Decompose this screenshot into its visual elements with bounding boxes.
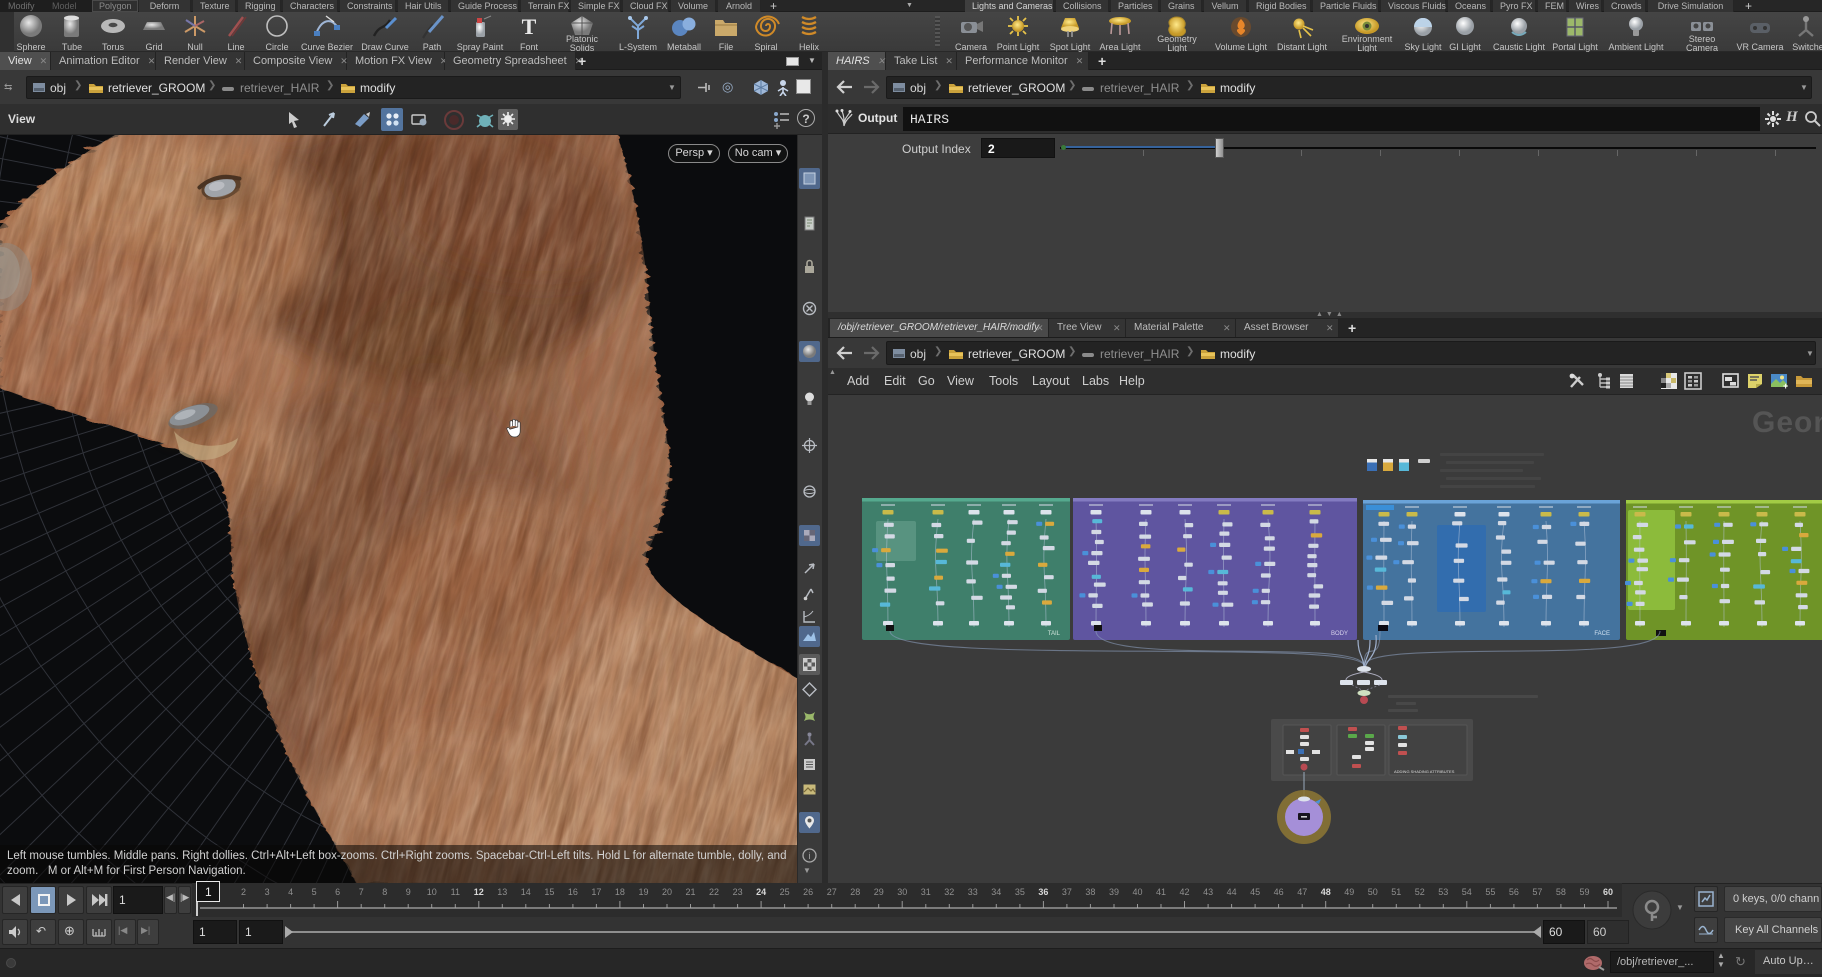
svg-text:50: 50 <box>1368 887 1378 897</box>
svg-text:25: 25 <box>780 887 790 897</box>
svg-text:22: 22 <box>709 887 719 897</box>
svg-text:8: 8 <box>382 887 387 897</box>
svg-text:52: 52 <box>1415 887 1425 897</box>
svg-text:42: 42 <box>1179 887 1189 897</box>
svg-text:12: 12 <box>474 887 484 897</box>
svg-text:60: 60 <box>1603 887 1613 897</box>
svg-text:T: T <box>522 14 537 39</box>
svg-text:37: 37 <box>1062 887 1072 897</box>
svg-text:51: 51 <box>1391 887 1401 897</box>
svg-text:36: 36 <box>1038 887 1048 897</box>
svg-text:6: 6 <box>335 887 340 897</box>
svg-text:16: 16 <box>568 887 578 897</box>
svg-text:15: 15 <box>544 887 554 897</box>
svg-text:47: 47 <box>1297 887 1307 897</box>
svg-text:28: 28 <box>850 887 860 897</box>
svg-text:31: 31 <box>921 887 931 897</box>
svg-text:46: 46 <box>1274 887 1284 897</box>
svg-text:55: 55 <box>1485 887 1495 897</box>
svg-text:35: 35 <box>1015 887 1025 897</box>
svg-text:11: 11 <box>451 887 460 897</box>
svg-text:19: 19 <box>638 887 648 897</box>
svg-text:40: 40 <box>1132 887 1142 897</box>
svg-text:32: 32 <box>944 887 954 897</box>
svg-text:23: 23 <box>733 887 743 897</box>
svg-text:21: 21 <box>685 887 695 897</box>
svg-text:53: 53 <box>1438 887 1448 897</box>
svg-text:45: 45 <box>1250 887 1260 897</box>
svg-text:34: 34 <box>991 887 1001 897</box>
svg-text:7: 7 <box>359 887 364 897</box>
svg-text:TAIL: TAIL <box>1048 631 1061 637</box>
svg-text:30: 30 <box>897 887 907 897</box>
svg-text:58: 58 <box>1556 887 1566 897</box>
svg-text:33: 33 <box>968 887 978 897</box>
svg-text:27: 27 <box>827 887 837 897</box>
svg-text:14: 14 <box>521 887 531 897</box>
svg-text:44: 44 <box>1227 887 1237 897</box>
svg-text:FACE: FACE <box>1594 631 1610 637</box>
svg-text:3: 3 <box>265 887 270 897</box>
svg-text:18: 18 <box>615 887 625 897</box>
svg-text:29: 29 <box>874 887 884 897</box>
svg-text:38: 38 <box>1085 887 1095 897</box>
svg-text:48: 48 <box>1321 887 1331 897</box>
svg-text:13: 13 <box>497 887 507 897</box>
svg-text:ADDING SHADING ATTRIBUTES: ADDING SHADING ATTRIBUTES <box>1394 769 1455 774</box>
svg-text:BODY: BODY <box>1331 631 1348 637</box>
svg-text:10: 10 <box>427 887 437 897</box>
svg-text:20: 20 <box>662 887 672 897</box>
svg-text:17: 17 <box>591 887 601 897</box>
svg-text:57: 57 <box>1532 887 1542 897</box>
svg-text:+: + <box>1783 381 1788 390</box>
svg-text:39: 39 <box>1109 887 1119 897</box>
svg-text:24: 24 <box>756 887 766 897</box>
svg-text:2: 2 <box>241 887 246 897</box>
svg-text:41: 41 <box>1156 887 1166 897</box>
svg-text:49: 49 <box>1344 887 1354 897</box>
svg-text:9: 9 <box>406 887 411 897</box>
svg-text:5: 5 <box>312 887 317 897</box>
svg-text:43: 43 <box>1203 887 1213 897</box>
svg-text:59: 59 <box>1579 887 1589 897</box>
svg-text:4: 4 <box>288 887 293 897</box>
svg-text:56: 56 <box>1509 887 1519 897</box>
svg-text:54: 54 <box>1462 887 1472 897</box>
svg-text:i: i <box>809 851 811 861</box>
svg-text:26: 26 <box>803 887 813 897</box>
